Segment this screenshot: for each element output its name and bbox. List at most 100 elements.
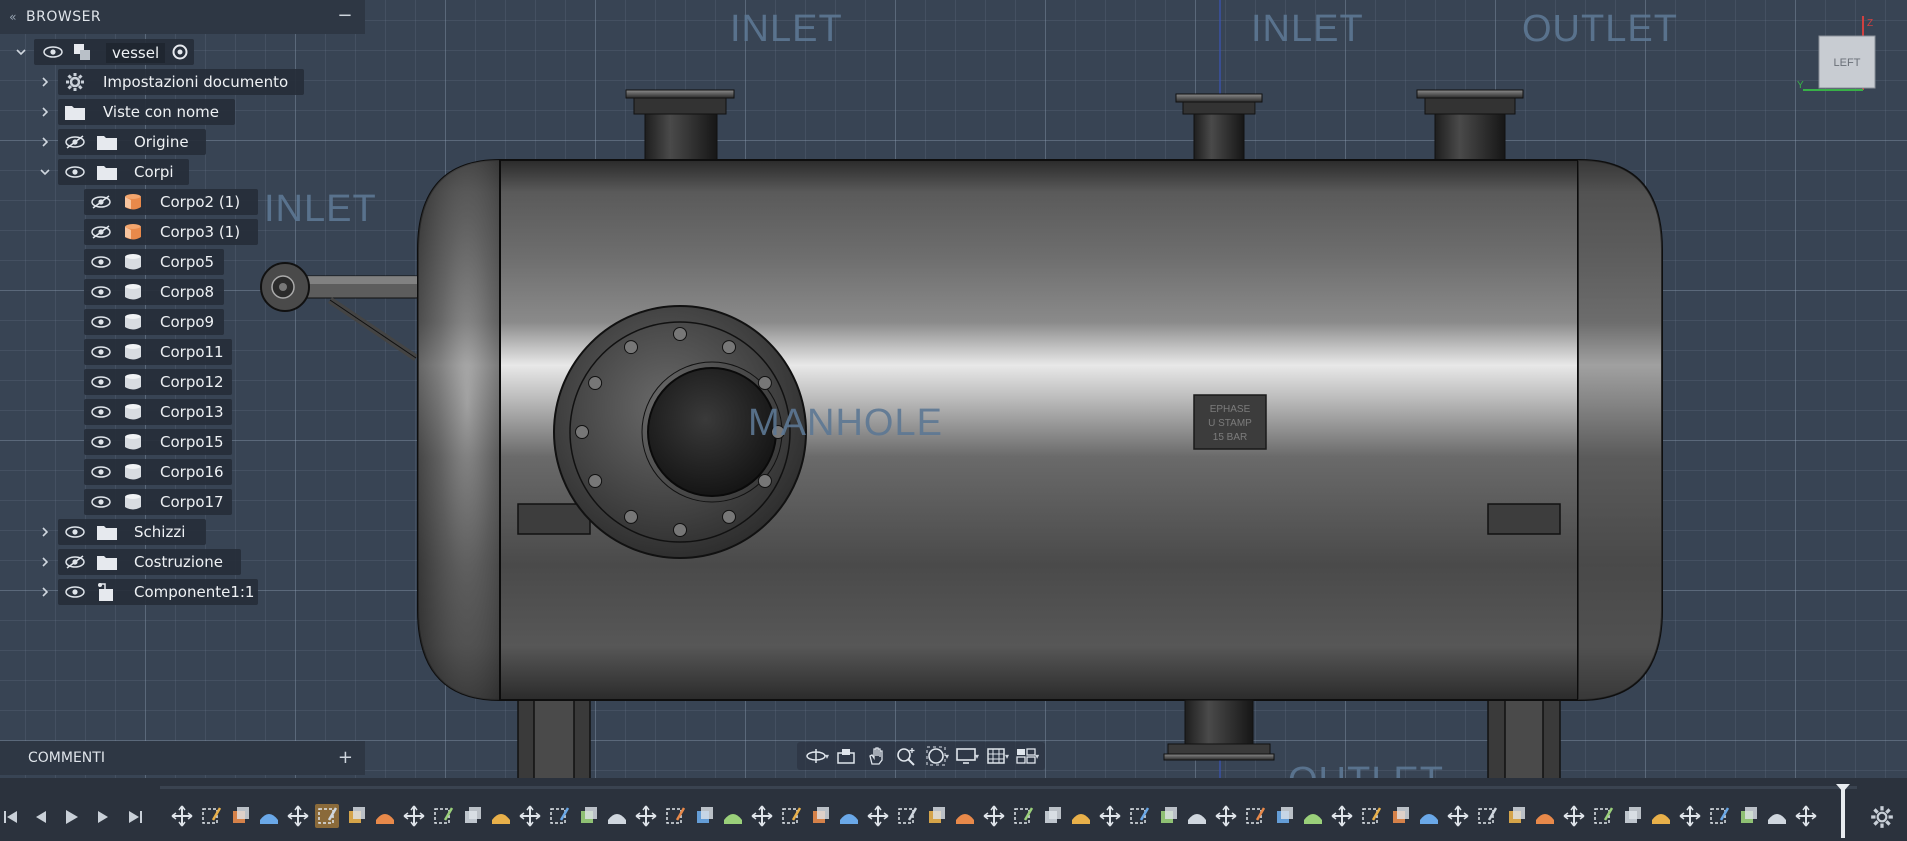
timeline-feature-icon[interactable]: [1417, 804, 1441, 828]
tree-item-corpo17[interactable]: Corpo17: [0, 488, 365, 516]
timeline-feature-icon[interactable]: [924, 804, 948, 828]
timeline-feature-icon[interactable]: [286, 804, 310, 828]
timeline-feature-icon[interactable]: [1533, 804, 1557, 828]
tree-item-corpo2-1[interactable]: Corpo2 (1): [0, 188, 365, 216]
timeline-feature-icon[interactable]: [982, 804, 1006, 828]
timeline-feature-icon[interactable]: [1562, 804, 1586, 828]
visibility-eye-icon[interactable]: [90, 465, 112, 479]
skip-end-icon[interactable]: [124, 806, 146, 828]
timeline-feature-icon[interactable]: [170, 804, 194, 828]
visibility-eye-icon[interactable]: [90, 255, 112, 269]
tree-item-corpo16[interactable]: Corpo16: [0, 458, 365, 486]
tree-root-vessel[interactable]: vessel: [0, 38, 365, 66]
look-at-icon[interactable]: [831, 743, 861, 769]
play-icon[interactable]: [60, 806, 82, 828]
timeline-feature-icon[interactable]: [692, 804, 716, 828]
timeline-feature-icon[interactable]: [1446, 804, 1470, 828]
tree-item-corpo8[interactable]: Corpo8: [0, 278, 365, 306]
tree-item-corpo11[interactable]: Corpo11: [0, 338, 365, 366]
collapse-panel-icon[interactable]: «: [0, 10, 26, 24]
visibility-eye-icon[interactable]: [90, 285, 112, 299]
timeline-feature-icon[interactable]: [1620, 804, 1644, 828]
timeline-feature-icon[interactable]: [257, 804, 281, 828]
chevron-right-icon[interactable]: [38, 75, 52, 89]
chevron-right-icon[interactable]: [38, 525, 52, 539]
timeline-feature-icon[interactable]: [1591, 804, 1615, 828]
visibility-eye-icon[interactable]: [90, 345, 112, 359]
timeline-feature-icon[interactable]: [1388, 804, 1412, 828]
visibility-eye-icon[interactable]: [90, 315, 112, 329]
viewcube[interactable]: LEFT Y Z: [1795, 14, 1885, 104]
timeline-feature-icon[interactable]: [547, 804, 571, 828]
visibility-eye-icon[interactable]: [90, 375, 112, 389]
timeline-feature-icon[interactable]: [373, 804, 397, 828]
timeline-feature-icon[interactable]: [1098, 804, 1122, 828]
chevron-right-icon[interactable]: [38, 135, 52, 149]
browser-panel-header[interactable]: « BROWSER −: [0, 0, 365, 34]
visibility-eye-icon[interactable]: [90, 495, 112, 509]
timeline-feature-icon[interactable]: [1127, 804, 1151, 828]
timeline-feature-icon[interactable]: [402, 804, 426, 828]
tree-item-schizzi[interactable]: Schizzi: [0, 518, 365, 546]
timeline-feature-icon[interactable]: [1040, 804, 1064, 828]
chevron-right-icon[interactable]: [38, 555, 52, 569]
timeline-feature-icon[interactable]: [1214, 804, 1238, 828]
tree-item-corpo3-1[interactable]: Corpo3 (1): [0, 218, 365, 246]
hidden-eye-icon[interactable]: [64, 135, 86, 149]
timeline-feature-icon[interactable]: [750, 804, 774, 828]
timeline-feature-icon[interactable]: [1011, 804, 1035, 828]
timeline-feature-icon[interactable]: [808, 804, 832, 828]
activate-radio-icon[interactable]: [172, 44, 188, 60]
timeline-feature-icon[interactable]: [1475, 804, 1499, 828]
timeline-feature-icon[interactable]: [1765, 804, 1789, 828]
timeline-feature-icon[interactable]: [460, 804, 484, 828]
hidden-eye-icon[interactable]: [90, 225, 112, 239]
tree-item-costruzione[interactable]: Costruzione: [0, 548, 365, 576]
timeline-feature-icon[interactable]: [576, 804, 600, 828]
visibility-eye-icon[interactable]: [42, 45, 64, 59]
minimize-icon[interactable]: −: [337, 5, 353, 26]
tree-item-viste-con-nome[interactable]: Viste con nome: [0, 98, 365, 126]
visibility-eye-icon[interactable]: [64, 585, 86, 599]
timeline-feature-icon[interactable]: [199, 804, 223, 828]
timeline-feature-icon[interactable]: [866, 804, 890, 828]
visibility-eye-icon[interactable]: [90, 405, 112, 419]
timeline-marker[interactable]: [1836, 784, 1850, 838]
tree-item-corpo9[interactable]: Corpo9: [0, 308, 365, 336]
tree-item-origine[interactable]: Origine: [0, 128, 365, 156]
step-back-icon[interactable]: [30, 806, 52, 828]
timeline-feature-icon[interactable]: [1272, 804, 1296, 828]
step-forward-icon[interactable]: [92, 806, 114, 828]
timeline-feature-icon[interactable]: [228, 804, 252, 828]
tree-item-corpo15[interactable]: Corpo15: [0, 428, 365, 456]
pan-icon[interactable]: [861, 743, 891, 769]
timeline-feature-icon[interactable]: [605, 804, 629, 828]
viewcube-face-label[interactable]: LEFT: [1834, 57, 1861, 69]
timeline-feature-icon[interactable]: [431, 804, 455, 828]
chevron-right-icon[interactable]: [38, 105, 52, 119]
timeline-feature-icon[interactable]: [489, 804, 513, 828]
tree-item-impostazioni-documento[interactable]: Impostazioni documento: [0, 68, 365, 96]
timeline-feature-icon[interactable]: [1359, 804, 1383, 828]
timeline-feature-icon[interactable]: [895, 804, 919, 828]
timeline-feature-icon[interactable]: [721, 804, 745, 828]
visibility-eye-icon[interactable]: [64, 525, 86, 539]
root-label[interactable]: vessel: [106, 43, 166, 63]
timeline-feature-icon[interactable]: [779, 804, 803, 828]
timeline-feature-icon[interactable]: [1069, 804, 1093, 828]
timeline-feature-icon[interactable]: [1504, 804, 1528, 828]
skip-start-icon[interactable]: [0, 806, 22, 828]
timeline-feature-icon[interactable]: [1185, 804, 1209, 828]
chevron-down-icon[interactable]: [38, 165, 52, 179]
timeline-feature-icon[interactable]: [953, 804, 977, 828]
timeline-feature-icon[interactable]: [315, 804, 339, 828]
timeline-feature-icon[interactable]: [634, 804, 658, 828]
hidden-eye-icon[interactable]: [90, 195, 112, 209]
timeline-feature-icon[interactable]: [1736, 804, 1760, 828]
visibility-eye-icon[interactable]: [90, 435, 112, 449]
tree-item-corpo13[interactable]: Corpo13: [0, 398, 365, 426]
hidden-eye-icon[interactable]: [64, 555, 86, 569]
tree-item-componente1-1[interactable]: Componente1:1: [0, 578, 365, 606]
timeline-feature-icon[interactable]: [1330, 804, 1354, 828]
timeline-feature-icon[interactable]: [1794, 804, 1818, 828]
